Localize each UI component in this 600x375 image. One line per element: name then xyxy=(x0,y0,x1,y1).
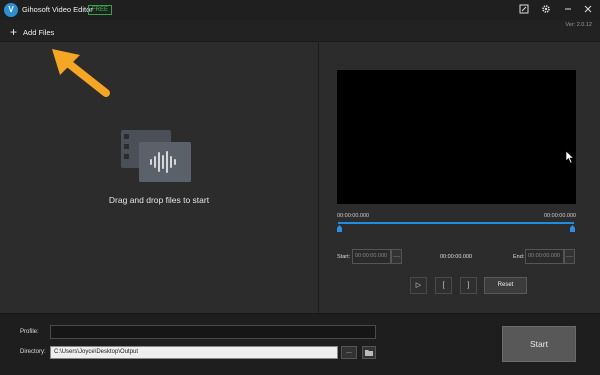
toolbar: + Add Files Ver: 2.0.12 xyxy=(0,20,600,42)
video-preview[interactable] xyxy=(337,70,576,204)
add-files-button[interactable]: + Add Files xyxy=(10,26,54,38)
play-button[interactable]: ▷ xyxy=(410,277,427,294)
gear-icon[interactable] xyxy=(540,4,552,16)
add-files-label: Add Files xyxy=(23,27,55,37)
reset-button[interactable]: Reset xyxy=(484,277,527,294)
video-file-icon xyxy=(121,130,191,182)
drop-instruction: Drag and drop files to start xyxy=(108,195,210,205)
profile-select[interactable] xyxy=(50,325,376,339)
set-end-button[interactable]: ] xyxy=(460,277,477,294)
app-title: Gihosoft Video Editor xyxy=(22,5,93,14)
annotation-arrow-icon xyxy=(52,49,110,97)
minimize-icon[interactable] xyxy=(562,4,574,16)
browse-button[interactable]: ... xyxy=(341,346,357,359)
directory-input[interactable]: C:\Users\Joyce\Desktop\Output xyxy=(50,346,338,359)
timeline-track[interactable] xyxy=(338,222,574,224)
timeline-end-time: 00:00:00.000 xyxy=(544,213,577,219)
end-time-stepper[interactable] xyxy=(564,249,575,264)
directory-label: Directory: xyxy=(20,349,46,355)
open-folder-icon[interactable] xyxy=(362,346,376,359)
mouse-cursor-icon xyxy=(565,150,575,164)
plus-icon: + xyxy=(10,25,18,39)
set-start-button[interactable]: [ xyxy=(435,277,452,294)
close-icon[interactable] xyxy=(582,4,594,16)
title-bar: V Gihosoft Video Editor FREE xyxy=(0,0,600,20)
start-label: Start: xyxy=(337,254,351,260)
timeline-start-time: 00:00:00.000 xyxy=(337,213,370,219)
end-time-input[interactable]: 00:00:00.000 xyxy=(525,249,564,264)
register-icon[interactable] xyxy=(518,4,530,16)
start-time-stepper[interactable] xyxy=(391,249,402,264)
end-label: End: xyxy=(513,254,525,260)
free-badge: FREE xyxy=(88,5,113,15)
profile-label: Profile: xyxy=(20,329,39,335)
version-label: Ver: 2.0.12 xyxy=(565,22,592,28)
current-time-display: 00:00:00.000 xyxy=(440,254,473,260)
app-logo: V xyxy=(4,3,18,17)
start-button[interactable]: Start xyxy=(502,326,576,362)
start-time-input[interactable]: 00:00:00.000 xyxy=(352,249,391,264)
